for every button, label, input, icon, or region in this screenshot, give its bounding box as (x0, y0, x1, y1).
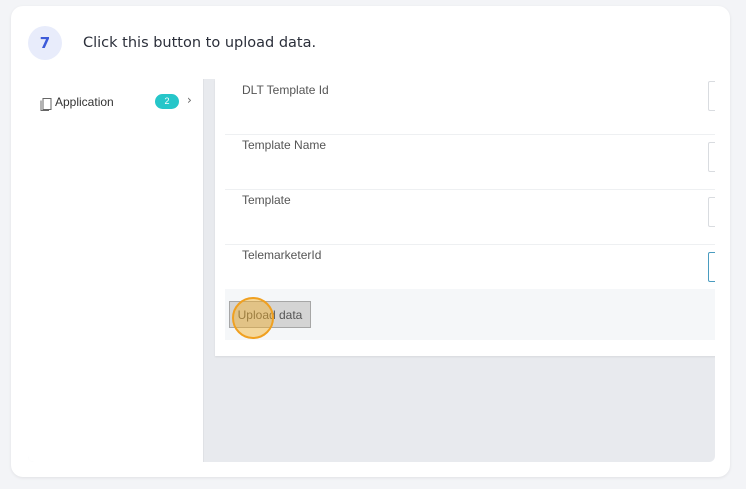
step-card: 7 Click this button to upload data. Appl… (11, 6, 730, 477)
upload-data-button[interactable]: Upload data (229, 301, 311, 328)
field-label: Template Name (242, 138, 327, 152)
dlt-template-id-input[interactable]: T (708, 81, 715, 111)
count-badge: 2 (155, 94, 179, 109)
step-header: 7 Click this button to upload data. (28, 26, 316, 60)
chevron-right-icon: › (187, 93, 192, 107)
field-label: DLT Template Id (242, 83, 329, 97)
document-icon (40, 96, 52, 111)
field-row-telemarketer-id: TelemarketerId N (225, 244, 715, 289)
field-row-template: Template T (225, 189, 715, 245)
field-label: TelemarketerId (242, 248, 322, 262)
sidebar: Application 2 › (28, 79, 204, 462)
field-row-dlt-template-id: DLT Template Id T (225, 79, 715, 135)
telemarketer-id-input[interactable]: N (708, 252, 715, 282)
screenshot-area: Application 2 › DLT Template Id T Templa… (28, 79, 715, 462)
form-actions: Upload data (225, 289, 715, 340)
form-panel: DLT Template Id T Template Name T Templa… (215, 79, 715, 356)
sidebar-item-application[interactable]: Application 2 › (40, 93, 200, 111)
template-name-input[interactable]: T (708, 142, 715, 172)
step-instruction: Click this button to upload data. (83, 35, 317, 51)
template-input[interactable]: T (708, 197, 715, 227)
sidebar-item-label: Application (55, 95, 114, 109)
field-label: Template (242, 193, 291, 207)
field-row-template-name: Template Name T (225, 134, 715, 190)
step-number-badge: 7 (28, 26, 62, 60)
